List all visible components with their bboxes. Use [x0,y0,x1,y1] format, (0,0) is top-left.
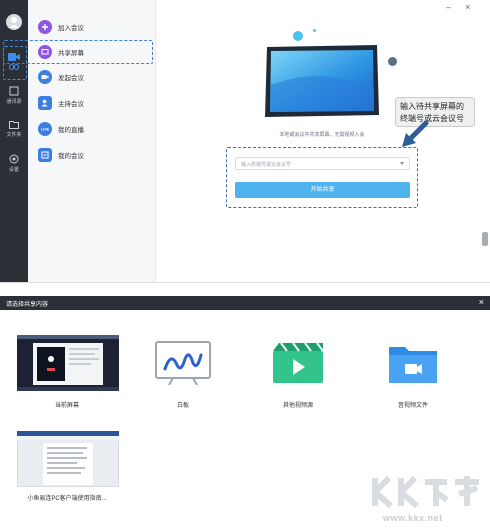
calendar-icon [38,148,52,162]
menu-label: 我的直播 [58,127,84,134]
share-option-whiteboard[interactable]: 白板 [128,335,238,415]
rail-label-settings: 设置 [8,167,19,173]
callout-line: 输入待共享屏幕的 [400,102,464,111]
kk-download-watermark-logo [372,475,479,509]
desktop-screenshot-icon [17,335,119,391]
dialog-title: 请选择共享内容 [6,302,49,308]
menu-label: 加入会议 [58,25,84,32]
decorative-orb [388,57,397,66]
live-icon: LIVE [38,122,52,136]
decorative-dot [313,29,316,32]
input-placeholder: 输入终端号或云会议号 [241,162,292,168]
decorative-orb [293,31,303,41]
scrollbar-thumb[interactable] [482,232,488,246]
link-icon [9,64,19,70]
menu-item-join-meeting[interactable]: 加入会议 [28,16,155,38]
menu-item-host-meeting[interactable]: 主持会议 [28,92,155,114]
close-button[interactable]: × [465,2,470,12]
video-source-icon [273,343,323,383]
start-share-button[interactable]: 开始共享 [235,182,410,198]
svg-text:LIVE: LIVE [41,128,50,132]
tile-label: 当前屏幕 [54,403,79,409]
share-screen-highlight-box [3,40,153,64]
tile-label: 音视频文件 [397,403,428,409]
menu-item-start-meeting[interactable]: 发起会议 [28,66,155,88]
menu-label: 我的会议 [58,153,84,160]
rail-label-files: 文件夹 [6,132,22,138]
menu-label: 发起会议 [58,75,84,82]
share-option-current-screen[interactable]: 当前屏幕 [12,335,122,415]
rail-item-files[interactable]: 文件夹 [0,116,28,146]
menu-item-my-live[interactable]: LIVE 我的直播 [28,118,155,140]
plus-circle-icon [38,20,52,34]
menu-item-my-meetings[interactable]: 我的会议 [28,144,155,166]
rail-label-contacts: 通讯录 [6,99,22,105]
watermark-url: www.kkx.net [383,513,443,523]
chevron-down-icon[interactable] [400,162,404,165]
tile-label: 其他视频源 [282,403,313,409]
dialog-close-button[interactable]: × [479,297,484,307]
rail-item-settings[interactable]: 设置 [0,150,28,180]
rail-item-contacts[interactable]: 通讯录 [0,82,28,112]
tile-label: 白板 [176,403,189,409]
menu-label: 主持会议 [58,101,84,108]
share-hint-text: 本地或会议中共享屏幕，无需视频入会 [279,132,365,138]
host-icon [38,96,52,110]
share-content-dialog-header: 请选择共享内容 × [0,296,490,310]
terminal-number-input[interactable]: 输入终端号或云会议号 [235,157,410,170]
tile-label: 小鱼易连PC客户端使用指南... [27,496,107,502]
meeting-app-window: 通讯录 文件夹 设置 加入会议 共享屏幕 发起会议 主持会议 LIVE 我的直播… [0,0,490,283]
document-window-icon [17,431,119,487]
gear-icon [9,154,19,164]
video-camera-icon [38,70,52,84]
monitor-illustration [265,45,379,117]
whiteboard-icon [155,341,211,385]
share-option-video-source[interactable]: 其他视频源 [243,335,353,415]
share-option-media-files[interactable]: 音视频文件 [358,335,468,415]
media-folder-icon [389,347,437,383]
folder-icon [9,121,19,129]
contacts-icon [9,86,19,96]
callout-arrow-icon [402,121,429,147]
share-option-document-window[interactable]: 小鱼易连PC客户端使用指南... [12,428,122,508]
minimize-button[interactable]: – [446,2,451,12]
user-avatar[interactable] [6,14,22,30]
